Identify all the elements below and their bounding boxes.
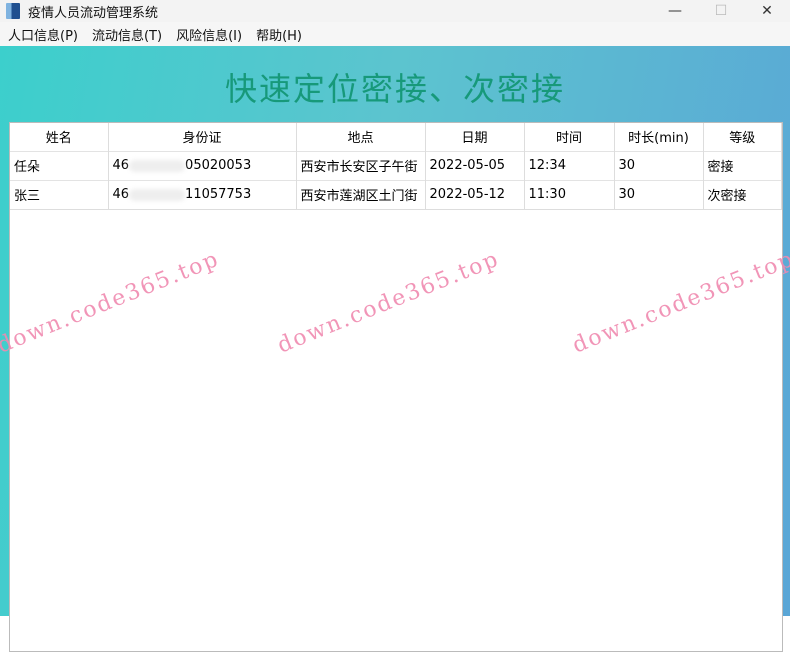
redaction-blur bbox=[129, 159, 186, 172]
window-title: 疫情人员流动管理系统 bbox=[28, 5, 159, 21]
cell-date[interactable]: 2022-05-05 bbox=[425, 150, 525, 180]
table-row[interactable]: 任朵 46 05020053 西安市长安区子午街 2022-05-05 12:34… bbox=[10, 150, 782, 180]
contacts-grid[interactable]: 姓名 身份证 地点 日期 时间 时长(min) 等级 任朵 46 05020053… bbox=[9, 122, 783, 652]
col-place[interactable]: 地点 bbox=[296, 123, 426, 151]
page-title: 快速定位密接、次密接 bbox=[224, 70, 565, 108]
app-icon bbox=[6, 3, 20, 19]
redaction-blur bbox=[129, 188, 186, 201]
id-prefix: 46 bbox=[112, 187, 130, 202]
col-duration[interactable]: 时长(min) bbox=[614, 123, 704, 151]
main-panel: 快速定位密接、次密接 姓名 身份证 地点 日期 时间 时长(min) 等级 任朵… bbox=[0, 46, 790, 652]
col-name[interactable]: 姓名 bbox=[10, 123, 109, 151]
cell-duration[interactable]: 30 bbox=[614, 150, 704, 180]
id-prefix: 46 bbox=[112, 158, 130, 173]
col-id[interactable]: 身份证 bbox=[108, 123, 297, 151]
header-row: 姓名 身份证 地点 日期 时间 时长(min) 等级 bbox=[10, 123, 782, 151]
title-bar: 疫情人员流动管理系统 — ☐ ✕ bbox=[0, 0, 790, 22]
col-date[interactable]: 日期 bbox=[425, 123, 525, 151]
menu-population[interactable]: 人口信息(P) bbox=[2, 25, 86, 44]
cell-place[interactable]: 西安市莲湖区土门街 bbox=[296, 179, 426, 210]
menu-help[interactable]: 帮助(H) bbox=[250, 25, 310, 44]
cell-time[interactable]: 12:34 bbox=[524, 150, 615, 180]
cell-name[interactable]: 任朵 bbox=[10, 150, 109, 180]
col-level[interactable]: 等级 bbox=[703, 123, 782, 151]
cell-level[interactable]: 次密接 bbox=[703, 179, 782, 210]
id-suffix: 05020053 bbox=[185, 158, 252, 173]
menu-risk[interactable]: 风险信息(I) bbox=[170, 25, 250, 44]
cell-id[interactable]: 46 05020053 bbox=[108, 150, 297, 180]
maximize-button[interactable]: ☐ bbox=[698, 3, 744, 19]
cell-id[interactable]: 46 11057753 bbox=[108, 179, 297, 210]
minimize-button[interactable]: — bbox=[652, 3, 698, 19]
cell-name[interactable]: 张三 bbox=[10, 179, 109, 210]
table-row[interactable]: 张三 46 11057753 西安市莲湖区土门街 2022-05-12 11:30… bbox=[10, 179, 782, 210]
cell-date[interactable]: 2022-05-12 bbox=[425, 179, 525, 210]
cell-duration[interactable]: 30 bbox=[614, 179, 704, 210]
id-suffix: 11057753 bbox=[185, 187, 252, 202]
menu-movement[interactable]: 流动信息(T) bbox=[86, 25, 170, 44]
cell-level[interactable]: 密接 bbox=[703, 150, 782, 180]
cell-time[interactable]: 11:30 bbox=[524, 179, 615, 210]
cell-place[interactable]: 西安市长安区子午街 bbox=[296, 150, 426, 180]
col-time[interactable]: 时间 bbox=[524, 123, 615, 151]
menu-bar: 人口信息(P) 流动信息(T) 风险信息(I) 帮助(H) bbox=[0, 22, 790, 46]
close-button[interactable]: ✕ bbox=[744, 3, 790, 19]
